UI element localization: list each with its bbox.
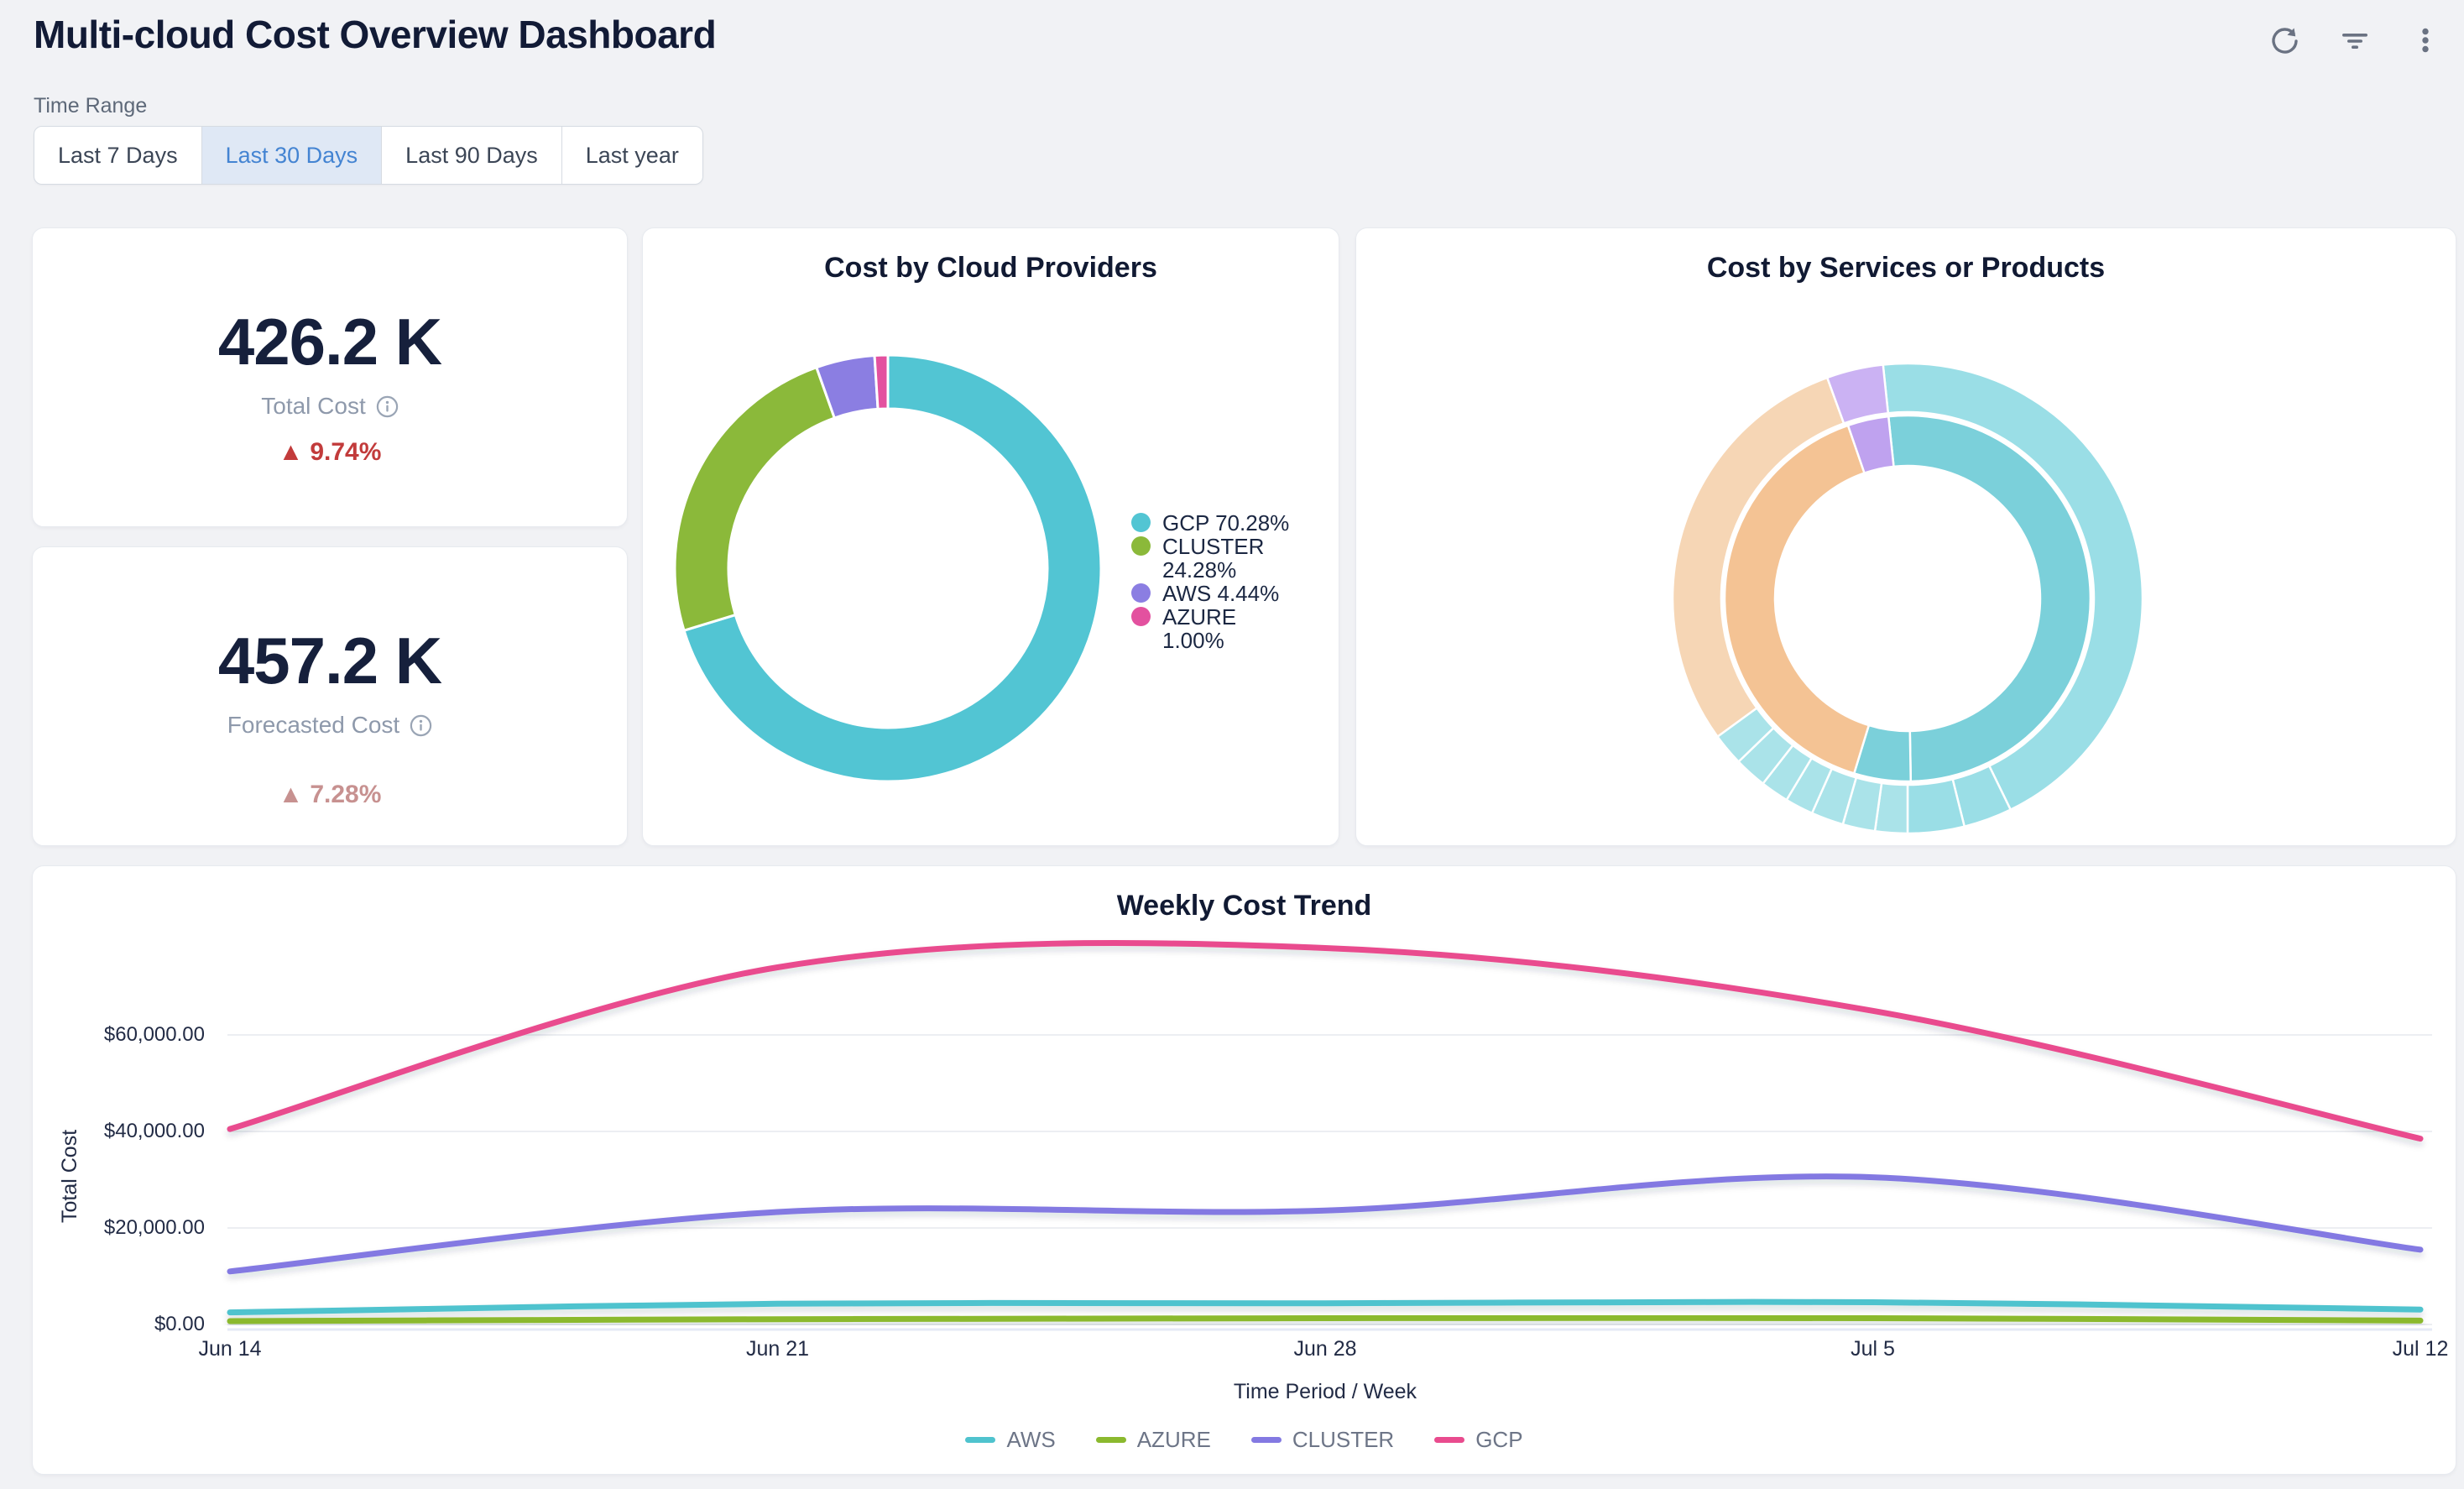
legend-label: AWS	[1006, 1427, 1055, 1453]
time-range-label: Time Range	[34, 94, 147, 118]
legend-dash	[965, 1437, 995, 1443]
kebab-menu-icon	[2409, 24, 2441, 56]
delta-value: 7.28%	[310, 782, 381, 807]
x-axis-tick: Jul 12	[2353, 1336, 2464, 1361]
cost-by-cloud-providers-card: Cost by Cloud Providers GCP 70.28%CLUSTE…	[642, 227, 1339, 846]
dashboard-page: Multi-cloud Cost Overview Dashboard Time…	[0, 0, 2464, 1489]
legend-label: AZURE 1.00%	[1162, 605, 1295, 652]
filter-button[interactable]	[2336, 22, 2373, 59]
legend-item-aws[interactable]: AWS 4.44%	[1131, 582, 1295, 605]
refresh-icon	[2268, 24, 2300, 56]
x-axis-tick: Jul 5	[1806, 1336, 1940, 1361]
legend-label: CLUSTER 24.28%	[1162, 535, 1295, 582]
legend-label: GCP	[1475, 1427, 1522, 1453]
x-axis-tick: Jun 21	[711, 1336, 845, 1361]
legend-dash	[1096, 1437, 1126, 1443]
page-title: Multi-cloud Cost Overview Dashboard	[34, 12, 716, 57]
y-axis-tick: $0.00	[33, 1312, 205, 1337]
kpi-delta: ▲ 9.74%	[279, 440, 382, 465]
kpi-label-text: Total Cost	[261, 394, 366, 418]
trend-legend-item-cluster[interactable]: CLUSTER	[1251, 1427, 1394, 1453]
delta-value: 9.74%	[310, 440, 381, 465]
kpi-label-text: Forecasted Cost	[227, 713, 399, 737]
kpi-label: Total Cost	[261, 394, 399, 418]
kpi-label: Forecasted Cost	[227, 713, 432, 737]
legend-dot	[1131, 583, 1151, 603]
weekly-cost-trend-card: Weekly Cost Trend $0.00$20,000.00$40,000…	[32, 865, 2456, 1475]
legend-label: AWS 4.44%	[1162, 582, 1279, 605]
donut-slice-cluster[interactable]	[675, 368, 834, 631]
donut-slice-azure[interactable]	[874, 355, 888, 409]
legend-label: CLUSTER	[1292, 1427, 1394, 1453]
time-range-option-last-90-days[interactable]: Last 90 Days	[382, 127, 562, 184]
y-axis-title: Total Cost	[58, 1130, 82, 1223]
legend-dot	[1131, 513, 1151, 532]
time-range-control: Last 7 DaysLast 30 DaysLast 90 DaysLast …	[34, 126, 703, 185]
donut-legend: GCP 70.28%CLUSTER 24.28%AWS 4.44%AZURE 1…	[1131, 511, 1295, 652]
cost-by-services-card: Cost by Services or Products	[1355, 227, 2456, 846]
line-series-cluster[interactable]	[230, 1177, 2420, 1272]
legend-dash	[1434, 1437, 1464, 1443]
kpi-value: 426.2 K	[218, 309, 441, 374]
trend-legend-item-gcp[interactable]: GCP	[1434, 1427, 1522, 1453]
time-range-option-last-30-days[interactable]: Last 30 Days	[202, 127, 383, 184]
legend-dot	[1131, 536, 1151, 556]
time-range-option-last-year[interactable]: Last year	[562, 127, 702, 184]
legend-item-cluster[interactable]: CLUSTER 24.28%	[1131, 535, 1295, 582]
trend-legend-item-azure[interactable]: AZURE	[1096, 1427, 1211, 1453]
trend-legend-item-aws[interactable]: AWS	[965, 1427, 1055, 1453]
more-menu-button[interactable]	[2407, 22, 2444, 59]
time-range-option-last-7-days[interactable]: Last 7 Days	[34, 127, 202, 184]
kpi-value: 457.2 K	[218, 628, 441, 693]
info-icon[interactable]	[376, 395, 399, 418]
line-series-aws[interactable]	[230, 1302, 2420, 1312]
x-axis-title: Time Period / Week	[1199, 1380, 1451, 1404]
legend-label: AZURE	[1137, 1427, 1211, 1453]
delta-up-icon: ▲	[279, 782, 304, 807]
info-icon[interactable]	[410, 714, 432, 737]
delta-up-icon: ▲	[279, 440, 304, 465]
kpi-card-forecasted-cost: 457.2 K Forecasted Cost ▲ 7.28%	[32, 546, 628, 846]
header-actions	[2266, 22, 2444, 59]
x-axis-tick: Jun 14	[163, 1336, 297, 1361]
legend-item-gcp[interactable]: GCP 70.28%	[1131, 511, 1295, 535]
line-series-azure[interactable]	[230, 1318, 2420, 1321]
sunburst-chart[interactable]	[1356, 228, 2456, 845]
kpi-card-total-cost: 426.2 K Total Cost ▲ 9.74%	[32, 227, 628, 527]
line-chart-legend: AWS AZURE CLUSTER GCP	[33, 1427, 2456, 1453]
kpi-delta: ▲ 7.28%	[279, 782, 382, 807]
legend-dash	[1251, 1437, 1282, 1443]
legend-dot	[1131, 607, 1151, 626]
y-axis-tick: $60,000.00	[33, 1022, 205, 1048]
line-series-gcp[interactable]	[230, 943, 2420, 1139]
legend-label: GCP 70.28%	[1162, 511, 1289, 535]
refresh-button[interactable]	[2266, 22, 2303, 59]
x-axis-tick: Jun 28	[1258, 1336, 1392, 1361]
legend-item-azure[interactable]: AZURE 1.00%	[1131, 605, 1295, 652]
filter-icon	[2339, 24, 2371, 56]
